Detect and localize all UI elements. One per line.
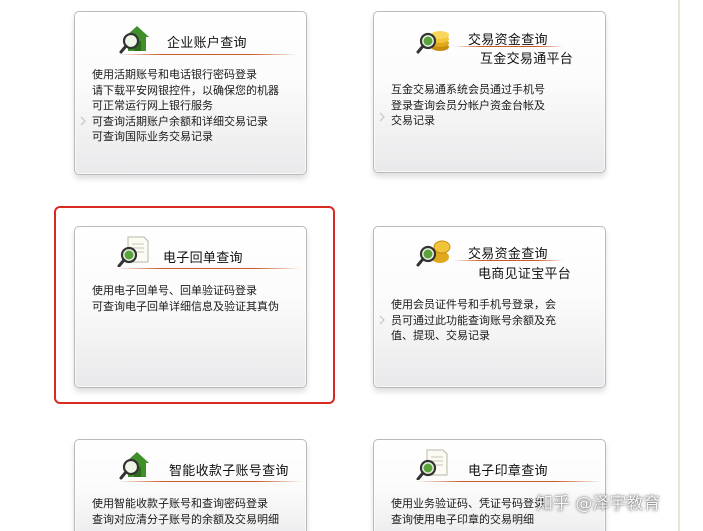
card-fund-query-ecommerce[interactable]: 交易资金查询 电商见证宝平台 使用会员证件号和手机号登录，会 员可通过此功能查询…	[373, 226, 606, 388]
description-line: 互金交易通系统会员通过手机号	[391, 83, 545, 96]
card-title: 智能收款子账号查询	[169, 464, 289, 479]
description-line: 值、提现、交易记录	[391, 329, 490, 342]
card-subtitle: 电商见证宝平台	[478, 267, 572, 282]
description-line: 交易记录	[391, 114, 435, 127]
house-search-icon	[119, 452, 149, 480]
title-underline	[416, 481, 602, 482]
card-description: 互金交易通系统会员通过手机号 登录查询会员分帐户资金台帐及 交易记录	[391, 82, 601, 129]
description-line: 员可通过此功能查询账号余额及充	[391, 313, 556, 327]
chevron-right-icon	[80, 116, 86, 126]
description-line: 可查询国际业务交易记录	[92, 130, 213, 143]
selection-highlight	[54, 206, 335, 404]
card-fund-query-p2p[interactable]: 交易资金查询 互金交易通平台 互金交易通系统会员通过手机号 登录查询会员分帐户资…	[373, 11, 606, 173]
title-underline	[117, 54, 297, 55]
card-subtitle: 互金交易通平台	[480, 52, 574, 67]
card-smart-collection-subaccount-query[interactable]: 智能收款子账号查询 使用智能收款子账号和查询密码登录 查询对应清分子账号的余额及…	[74, 439, 307, 531]
description-line: 可查询活期账户余额和详细交易记录	[92, 114, 268, 128]
title-underline	[454, 46, 564, 47]
description-line: 使用活期账号和电话银行密码登录	[92, 68, 257, 81]
document-search-icon	[416, 449, 448, 480]
card-enterprise-account-query[interactable]: 企业账户查询 使用活期账号和电话银行密码登录 请下载平安网银控件，以确保您的机器…	[74, 11, 307, 175]
card-e-seal-query[interactable]: 电子印章查询 使用业务验证码、凭证号码登录 查询使用电子印章的交易明细	[373, 439, 606, 531]
card-description: 使用活期账号和电话银行密码登录 请下载平安网银控件，以确保您的机器 可正常运行网…	[92, 67, 302, 145]
card-title: 电子印章查询	[468, 464, 548, 479]
description-line: 请下载平安网银控件，以确保您的机器	[92, 83, 279, 97]
card-description: 使用会员证件号和手机号登录，会 员可通过此功能查询账号余额及充 值、提现、交易记…	[391, 297, 601, 344]
coins-search-icon	[416, 31, 449, 54]
description-line: 使用会员证件号和手机号登录，会	[391, 298, 556, 311]
title-underline	[454, 260, 564, 261]
description-line: 使用智能收款子账号和查询密码登录	[92, 497, 268, 510]
chevron-right-icon	[379, 112, 385, 122]
watermark-text: 知乎 @泽宇教育	[536, 494, 661, 514]
title-underline	[117, 481, 303, 482]
house-search-icon	[119, 26, 149, 54]
card-title: 企业账户查询	[167, 36, 247, 51]
description-line: 查询对应清分子账号的余额及交易明细	[92, 512, 279, 526]
description-line: 可正常运行网上银行服务	[92, 99, 213, 112]
coins-search-icon	[416, 240, 451, 267]
card-description: 使用智能收款子账号和查询密码登录 查询对应清分子账号的余额及交易明细	[92, 496, 302, 527]
description-line: 登录查询会员分帐户资金台帐及	[391, 98, 545, 112]
chevron-right-icon	[379, 315, 385, 325]
page-right-divider	[678, 0, 680, 531]
